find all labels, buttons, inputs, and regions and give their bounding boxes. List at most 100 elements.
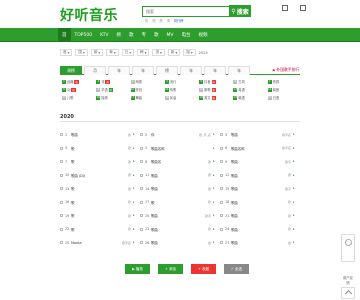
tab[interactable]: 年 — [180, 66, 202, 75]
song-checkbox[interactable] — [60, 133, 63, 137]
tab[interactable]: 年 — [228, 66, 250, 75]
breadcrumb-item[interactable]: 欧 ▾ — [90, 49, 104, 56]
song-name[interactable]: 歌曲名称 — [151, 146, 211, 151]
nav-item[interactable]: 歌 — [125, 28, 138, 42]
song-singer[interactable]: 歌 — [128, 214, 131, 218]
song-checkbox[interactable] — [220, 227, 223, 231]
song-singer[interactable]: 歌 — [208, 160, 211, 164]
song-name[interactable]: 歌曲 — [151, 213, 205, 218]
song-row[interactable]: 2 你歌_手_名 ▸ — [140, 128, 220, 142]
song-name[interactable]: 歌 — [71, 227, 128, 232]
song-name[interactable]: 歌 — [71, 146, 128, 151]
song-singer[interactable]: 歌 — [128, 200, 131, 204]
song-name[interactable]: 歌 — [71, 186, 128, 191]
song-row[interactable]: 7 歌歌 ▸ — [60, 155, 140, 169]
song-name[interactable]: 歌 — [71, 200, 128, 205]
play-icon[interactable]: ▸ — [133, 227, 136, 231]
tag-item[interactable]: 11 情歌 — [164, 87, 199, 92]
song-name[interactable]: 歌曲名 — [151, 159, 208, 164]
tag-item[interactable]: 21 日语 — [267, 95, 302, 100]
song-singer[interactable]: 歌 — [288, 241, 291, 245]
add-button[interactable]: + 添加 — [158, 264, 183, 274]
side-widget[interactable] — [341, 234, 355, 262]
song-singer[interactable]: 歌 — [288, 200, 291, 204]
play-icon[interactable]: ▸ — [133, 214, 136, 217]
tag-item[interactable]: 5 抖音热 — [199, 79, 233, 84]
song-name[interactable]: Manta — [71, 241, 122, 245]
play-icon[interactable]: ▸ — [213, 214, 216, 217]
song-name[interactable]: 歌曲 — [231, 240, 288, 245]
song-checkbox[interactable] — [140, 241, 143, 245]
collect-button[interactable]: + 收藏 — [191, 264, 216, 274]
nav-item[interactable]: 视频 — [195, 28, 212, 42]
tab[interactable]: 月 — [84, 66, 106, 75]
song-checkbox[interactable] — [220, 241, 223, 245]
play-icon[interactable]: ▸ — [293, 173, 296, 177]
song-row[interactable]: 21 歌曲歌 ▸ — [220, 209, 300, 223]
song-singer[interactable]: 歌手 — [285, 187, 291, 191]
song-name[interactable]: 歌曲 — [71, 132, 128, 137]
song-checkbox[interactable] — [220, 146, 223, 150]
play-icon[interactable]: ▸ — [133, 200, 136, 204]
tab[interactable]: 榜 — [156, 66, 178, 75]
play-icon[interactable]: ▸ — [213, 200, 216, 204]
back-to-top-button[interactable] — [341, 287, 355, 299]
song-checkbox[interactable] — [60, 146, 63, 150]
breadcrumb-item[interactable]: 日 ▾ — [121, 49, 135, 56]
song-row[interactable]: 5 歌曲名称 ▸ — [140, 142, 220, 156]
song-name[interactable]: 歌曲 — [231, 213, 288, 218]
song-name[interactable]: 歌 — [71, 159, 128, 164]
tag-item[interactable]: 20 韩语 — [233, 95, 267, 100]
song-name[interactable]: 歌曲 — [151, 227, 208, 232]
song-singer[interactable]: 歌_手_名 — [199, 133, 211, 137]
song-singer[interactable]: 歌 — [208, 187, 211, 191]
tag-item[interactable]: 12 新歌热 — [199, 87, 233, 92]
play-icon[interactable]: ▸ — [293, 160, 296, 163]
song-checkbox[interactable] — [60, 200, 63, 204]
lang-link[interactable]: ⚑ 外国歌手排行 — [272, 67, 299, 73]
play-icon[interactable]: ▸ — [293, 187, 296, 190]
tag-item[interactable]: 2流热 — [96, 79, 130, 84]
song-name[interactable]: 歌曲 (DJ) — [71, 173, 128, 178]
breadcrumb-item[interactable]: 摇 ▾ — [183, 49, 196, 56]
song-name[interactable]: 歌曲 — [231, 132, 282, 137]
tag-item[interactable]: 13 粤语 — [233, 87, 267, 92]
song-checkbox[interactable] — [220, 200, 223, 204]
play-icon[interactable]: ▸ — [133, 187, 136, 190]
song-singer[interactable]: 歌 — [128, 146, 131, 150]
monitor-button[interactable] — [280, 5, 290, 12]
nav-item[interactable]: 首 — [58, 28, 71, 42]
song-name[interactable]: 歌曲名称 — [231, 146, 282, 151]
song-row[interactable]: 18 歌曲歌 ▸ — [220, 196, 300, 210]
song-row[interactable]: 19 歌歌 ▸ — [60, 209, 140, 223]
song-name[interactable]: 歌曲 — [231, 186, 285, 191]
nav-item[interactable]: TOP500 — [71, 28, 97, 42]
tag-item[interactable]: 19 英文热 — [199, 95, 233, 100]
hot-word[interactable]: 热 — [145, 19, 148, 23]
song-singer[interactable]: 歌 — [288, 214, 291, 218]
breadcrumb-item[interactable]: 国 ▾ — [75, 49, 88, 56]
song-checkbox[interactable] — [60, 160, 63, 164]
play-icon[interactable]: ▸ — [293, 214, 296, 217]
song-checkbox[interactable] — [140, 214, 143, 218]
tag-item[interactable]: 6 古风 — [233, 79, 267, 84]
tag-item[interactable]: 14 纯音 — [267, 87, 302, 92]
song-row[interactable]: 1 歌曲歌 ▸ — [60, 128, 140, 142]
song-singer[interactable]: 歌手名 — [282, 133, 291, 137]
tab[interactable]: 年 — [108, 66, 130, 75]
song-checkbox[interactable] — [140, 227, 143, 231]
song-name[interactable]: 歌曲 — [231, 159, 285, 164]
play-icon[interactable]: ▸ — [133, 146, 136, 150]
feedback-label[interactable]: 用户反馈 — [342, 276, 354, 285]
hot-word-chart[interactable]: 排行榜 — [174, 19, 184, 23]
nav-item[interactable]: 电台 — [178, 28, 195, 42]
play-icon[interactable]: ▸ — [213, 227, 216, 231]
song-row[interactable]: 6 歌曲名称 歌手名 ▸ — [220, 142, 300, 156]
song-row[interactable]: 3 歌曲 歌手名 ▸ — [220, 128, 300, 142]
play-icon[interactable]: ▸ — [213, 146, 216, 150]
song-row[interactable]: 13 歌歌 ▸ — [60, 182, 140, 196]
song-singer[interactable]: 歌 — [128, 160, 131, 164]
tag-item[interactable]: 4 流行 — [164, 79, 199, 84]
song-row[interactable]: 4 歌歌 ▸ — [60, 142, 140, 156]
tag-item[interactable]: 1 经典热 — [62, 79, 96, 84]
